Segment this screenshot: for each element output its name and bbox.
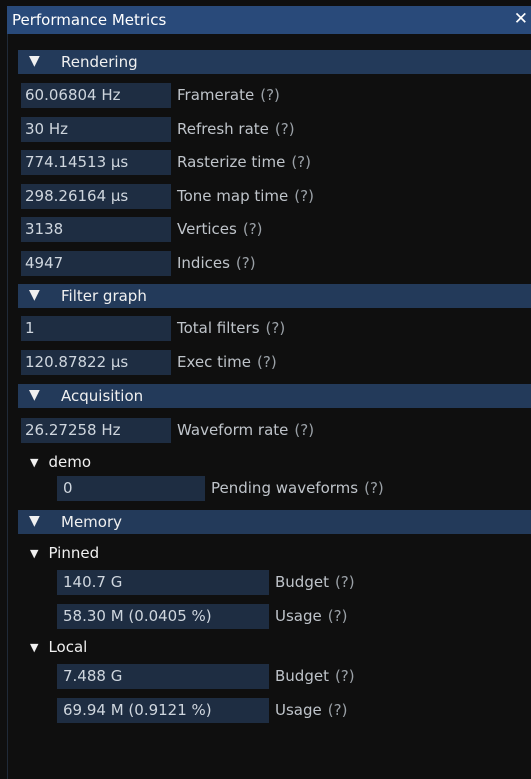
indices-label: Indices (?) (177, 251, 256, 276)
exec-time-label: Exec time (?) (177, 350, 277, 375)
collapse-triangle-icon: ▼ (29, 387, 40, 403)
tone-map-time-value[interactable]: 298.26164 µs (21, 184, 171, 209)
metric-name: Total filters (177, 319, 260, 337)
collapse-triangle-icon: ▼ (30, 547, 39, 560)
metric-name: Usage (275, 701, 322, 719)
help-marker[interactable]: (?) (275, 120, 295, 138)
section-label: Filter graph (61, 287, 147, 305)
pending-waveforms-value[interactable]: 0 (57, 476, 205, 501)
metric-name: Budget (275, 573, 329, 591)
total-filters-value[interactable]: 1 (21, 316, 171, 341)
subtree-label: Local (48, 638, 88, 656)
close-icon[interactable]: ✕ (514, 9, 528, 29)
section-label: Rendering (61, 53, 138, 71)
collapse-triangle-icon: ▼ (30, 456, 39, 469)
subtree-label: demo (48, 453, 92, 471)
total-filters-label: Total filters (?) (177, 316, 285, 341)
help-marker[interactable]: (?) (335, 667, 355, 685)
help-marker[interactable]: (?) (294, 421, 314, 439)
subtree-local-header[interactable]: ▼ Local (30, 638, 87, 656)
pinned-usage-label: Usage (?) (275, 604, 347, 629)
section-memory-header[interactable]: ▼ Memory (18, 510, 531, 534)
metrics-panel: ▼ Rendering 60.06804 Hz Framerate (?) 30 … (7, 34, 531, 779)
pinned-usage-value[interactable]: 58.30 M (0.0405 %) (57, 604, 269, 629)
pinned-budget-label: Budget (?) (275, 570, 355, 595)
metric-name: Budget (275, 667, 329, 685)
metric-name: Indices (177, 254, 230, 272)
local-budget-value[interactable]: 7.488 G (57, 664, 269, 689)
subtree-demo-header[interactable]: ▼ demo (30, 453, 91, 471)
help-marker[interactable]: (?) (364, 479, 384, 497)
help-marker[interactable]: (?) (260, 86, 280, 104)
local-budget-label: Budget (?) (275, 664, 355, 689)
framerate-label: Framerate (?) (177, 83, 280, 108)
rasterize-time-value[interactable]: 774.14513 µs (21, 150, 171, 175)
help-marker[interactable]: (?) (294, 187, 314, 205)
help-marker[interactable]: (?) (266, 319, 286, 337)
window-title: Performance Metrics (12, 11, 167, 29)
pending-waveforms-label: Pending waveforms (?) (211, 476, 384, 501)
metric-name: Waveform rate (177, 421, 289, 439)
metric-name: Tone map time (177, 187, 289, 205)
subtree-pinned-header[interactable]: ▼ Pinned (30, 544, 99, 562)
local-usage-value[interactable]: 69.94 M (0.9121 %) (57, 698, 269, 723)
performance-metrics-window: Performance Metrics ✕ ▼ Rendering 60.068… (0, 0, 531, 779)
rasterize-time-label: Rasterize time (?) (177, 150, 311, 175)
help-marker[interactable]: (?) (257, 353, 277, 371)
vertices-label: Vertices (?) (177, 217, 263, 242)
vertices-value[interactable]: 3138 (21, 217, 171, 242)
collapse-triangle-icon: ▼ (29, 513, 40, 529)
help-marker[interactable]: (?) (328, 607, 348, 625)
help-marker[interactable]: (?) (291, 153, 311, 171)
metric-name: Vertices (177, 220, 237, 238)
metric-name: Usage (275, 607, 322, 625)
framerate-value[interactable]: 60.06804 Hz (21, 83, 171, 108)
exec-time-value[interactable]: 120.87822 µs (21, 350, 171, 375)
collapse-triangle-icon: ▼ (29, 53, 40, 69)
refresh-rate-value[interactable]: 30 Hz (21, 117, 171, 142)
section-filter-graph-header[interactable]: ▼ Filter graph (18, 284, 531, 308)
section-label: Acquisition (61, 387, 144, 405)
metric-name: Pending waveforms (211, 479, 359, 497)
indices-value[interactable]: 4947 (21, 251, 171, 276)
local-usage-label: Usage (?) (275, 698, 347, 723)
section-acquisition-header[interactable]: ▼ Acquisition (18, 384, 531, 408)
section-label: Memory (61, 513, 123, 531)
subtree-label: Pinned (48, 544, 100, 562)
section-rendering-header[interactable]: ▼ Rendering (18, 50, 531, 74)
help-marker[interactable]: (?) (236, 254, 256, 272)
metric-name: Framerate (177, 86, 255, 104)
pinned-budget-value[interactable]: 140.7 G (57, 570, 269, 595)
collapse-triangle-icon: ▼ (29, 287, 40, 303)
help-marker[interactable]: (?) (243, 220, 263, 238)
collapse-triangle-icon: ▼ (30, 641, 39, 654)
help-marker[interactable]: (?) (328, 701, 348, 719)
metric-name: Exec time (177, 353, 252, 371)
metric-name: Refresh rate (177, 120, 269, 138)
refresh-rate-label: Refresh rate (?) (177, 117, 295, 142)
waveform-rate-value[interactable]: 26.27258 Hz (21, 418, 171, 443)
help-marker[interactable]: (?) (335, 573, 355, 591)
title-bar[interactable]: Performance Metrics ✕ (7, 6, 531, 34)
waveform-rate-label: Waveform rate (?) (177, 418, 314, 443)
metric-name: Rasterize time (177, 153, 286, 171)
tone-map-time-label: Tone map time (?) (177, 184, 314, 209)
